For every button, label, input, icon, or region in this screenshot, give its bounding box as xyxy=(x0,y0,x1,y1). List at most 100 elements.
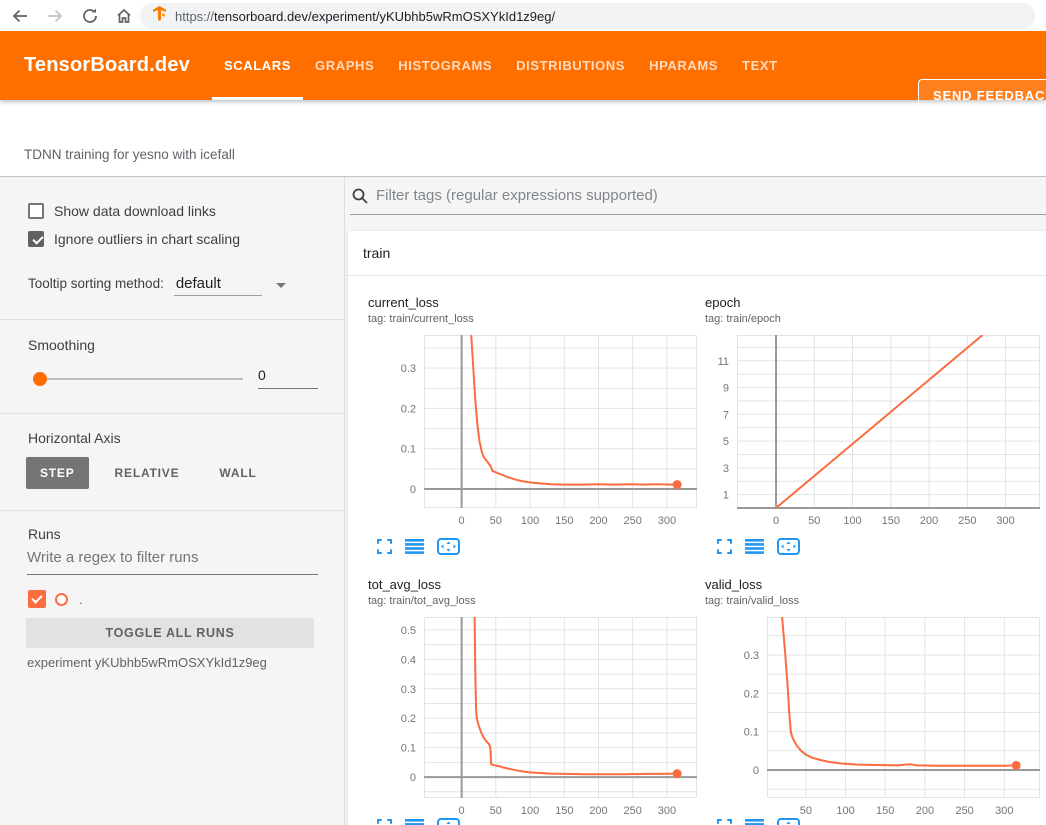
expand-chart-icon[interactable] xyxy=(717,819,732,825)
svg-text:0: 0 xyxy=(459,515,465,527)
svg-text:300: 300 xyxy=(658,515,676,527)
svg-text:9: 9 xyxy=(723,383,729,395)
svg-text:0.5: 0.5 xyxy=(401,625,416,637)
chart-current-loss: current_loss tag: train/current_loss 00.… xyxy=(355,293,700,565)
browser-toolbar: https://tensorboard.dev/experiment/yKUbh… xyxy=(0,0,1046,31)
tooltip-sorting-select[interactable]: default xyxy=(174,275,262,296)
svg-text:0.4: 0.4 xyxy=(401,654,416,666)
chart-epoch: epoch tag: train/epoch 13579110501001502… xyxy=(703,293,1046,565)
smoothing-value-field[interactable]: 0 xyxy=(258,367,318,389)
svg-text:0: 0 xyxy=(773,515,779,527)
home-icon[interactable] xyxy=(112,4,136,28)
toggle-all-runs-button[interactable]: TOGGLE ALL RUNS xyxy=(26,618,314,648)
fit-domain-icon[interactable] xyxy=(437,538,460,555)
tensorboard-page: https://tensorboard.dev/experiment/yKUbh… xyxy=(0,0,1046,825)
svg-text:0.1: 0.1 xyxy=(401,743,416,755)
svg-text:0.1: 0.1 xyxy=(744,727,759,739)
chart-actions xyxy=(717,818,800,825)
chart-tag: tag: train/current_loss xyxy=(368,313,474,325)
chevron-down-icon[interactable] xyxy=(276,283,286,288)
svg-text:0: 0 xyxy=(410,484,416,496)
axis-relative-button[interactable]: RELATIVE xyxy=(101,457,194,489)
runs-filter-input[interactable] xyxy=(27,547,318,575)
data-table-icon[interactable] xyxy=(405,539,424,554)
data-table-icon[interactable] xyxy=(405,819,424,825)
data-table-icon[interactable] xyxy=(745,819,764,825)
svg-text:0.3: 0.3 xyxy=(744,650,759,662)
tab-distributions[interactable]: DISTRIBUTIONS xyxy=(504,31,637,100)
svg-text:11: 11 xyxy=(718,356,729,368)
svg-text:1: 1 xyxy=(723,490,729,502)
runs-label: Runs xyxy=(28,526,61,542)
tab-scalars[interactable]: SCALARS xyxy=(212,31,303,100)
chart-plot[interactable]: 00.10.20.350100150200250300 xyxy=(767,617,1040,798)
svg-text:250: 250 xyxy=(958,515,976,527)
address-bar[interactable]: https://tensorboard.dev/experiment/yKUbh… xyxy=(140,3,1035,29)
show-download-links-checkbox[interactable] xyxy=(28,203,44,219)
svg-text:300: 300 xyxy=(996,515,1014,527)
chart-actions xyxy=(377,538,460,555)
svg-text:50: 50 xyxy=(490,805,502,817)
data-table-icon[interactable] xyxy=(745,539,764,554)
smoothing-slider-thumb[interactable] xyxy=(33,372,47,386)
show-download-links-label: Show data download links xyxy=(54,203,216,219)
app-header: TensorBoard.dev SCALARS GRAPHS HISTOGRAM… xyxy=(0,31,1046,100)
send-feedback-button[interactable]: SEND FEEDBACK xyxy=(918,79,1046,112)
divider xyxy=(0,413,345,414)
tab-text[interactable]: TEXT xyxy=(730,31,790,100)
axis-wall-button[interactable]: WALL xyxy=(205,457,270,489)
svg-text:0: 0 xyxy=(410,772,416,784)
expand-chart-icon[interactable] xyxy=(377,539,392,554)
horizontal-axis-buttons: STEP RELATIVE WALL xyxy=(26,457,283,489)
svg-text:50: 50 xyxy=(800,805,812,817)
divider xyxy=(0,510,345,511)
url-text: https://tensorboard.dev/experiment/yKUbh… xyxy=(175,9,555,24)
svg-text:50: 50 xyxy=(808,515,820,527)
svg-text:100: 100 xyxy=(521,805,539,817)
run-checkbox[interactable] xyxy=(28,590,46,608)
expand-chart-icon[interactable] xyxy=(717,539,732,554)
svg-text:200: 200 xyxy=(916,805,934,817)
app-logo: TensorBoard.dev xyxy=(24,31,190,100)
svg-text:0.1: 0.1 xyxy=(401,444,416,456)
chart-tag: tag: train/valid_loss xyxy=(705,595,799,607)
tab-graphs[interactable]: GRAPHS xyxy=(303,31,386,100)
ignore-outliers-checkbox[interactable] xyxy=(28,231,44,247)
axis-step-button[interactable]: STEP xyxy=(26,457,89,489)
smoothing-slider[interactable] xyxy=(35,378,243,380)
tooltip-sorting-label: Tooltip sorting method: xyxy=(28,276,164,291)
svg-text:100: 100 xyxy=(843,515,861,527)
chart-title: current_loss xyxy=(368,295,439,310)
tag-filter-input[interactable] xyxy=(376,187,1046,204)
svg-text:250: 250 xyxy=(624,515,642,527)
chart-title: tot_avg_loss xyxy=(368,577,441,592)
chart-title: epoch xyxy=(705,295,740,310)
svg-text:100: 100 xyxy=(521,515,539,527)
back-icon[interactable] xyxy=(8,4,32,28)
ignore-outliers-label: Ignore outliers in chart scaling xyxy=(54,231,240,247)
svg-text:150: 150 xyxy=(882,515,900,527)
chart-valid-loss: valid_loss tag: train/valid_loss 00.10.2… xyxy=(703,575,1046,825)
svg-text:0: 0 xyxy=(753,765,759,777)
experiment-title: TDNN training for yesno with icefall xyxy=(24,147,235,162)
forward-icon[interactable] xyxy=(43,4,67,28)
fit-domain-icon[interactable] xyxy=(777,538,800,555)
reload-icon[interactable] xyxy=(78,4,102,28)
chart-plot[interactable]: 00.10.20.30.40.5050100150200250300 xyxy=(424,617,697,798)
tab-hparams[interactable]: HPARAMS xyxy=(637,31,730,100)
tab-histograms[interactable]: HISTOGRAMS xyxy=(386,31,504,100)
chart-plot[interactable]: 1357911050100150200250300 xyxy=(737,335,1040,508)
show-download-links-row: Show data download links xyxy=(28,203,216,219)
run-color-swatch xyxy=(55,593,68,606)
experiment-id: experiment yKUbhb5wRmOSXYkId1z9eg xyxy=(27,655,267,670)
svg-text:300: 300 xyxy=(995,805,1013,817)
train-group-header[interactable]: train xyxy=(348,231,1046,276)
svg-text:0: 0 xyxy=(459,805,465,817)
svg-text:200: 200 xyxy=(920,515,938,527)
fit-domain-icon[interactable] xyxy=(777,818,800,825)
main-content: train current_loss tag: train/current_lo… xyxy=(346,177,1046,825)
chart-actions xyxy=(377,818,460,825)
chart-plot[interactable]: 00.10.20.3050100150200250300 xyxy=(424,335,697,508)
expand-chart-icon[interactable] xyxy=(377,819,392,825)
fit-domain-icon[interactable] xyxy=(437,818,460,825)
